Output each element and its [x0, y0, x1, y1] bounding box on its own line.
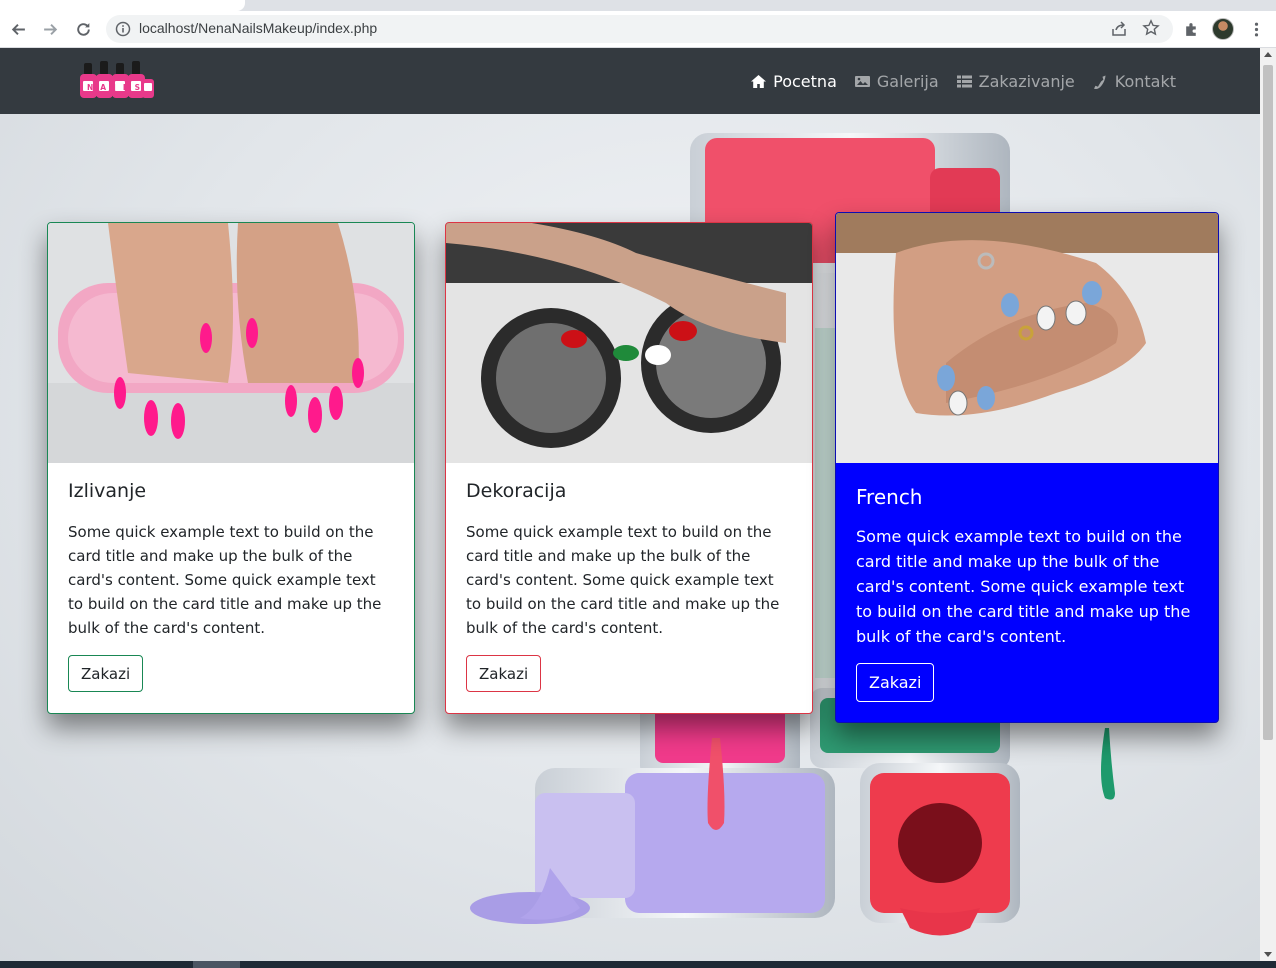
vertical-scrollbar[interactable] — [1260, 48, 1276, 961]
kebab-menu-icon[interactable] — [1244, 17, 1268, 41]
taskbar-item[interactable] — [193, 961, 240, 968]
list-icon — [956, 75, 972, 88]
forward-arrow-icon[interactable] — [38, 17, 62, 41]
main-nav: Pocetna Galerija Zakazivanje Kontakt — [750, 72, 1176, 91]
os-taskbar — [0, 961, 1276, 968]
bookmark-star-icon[interactable] — [1142, 19, 1160, 37]
scroll-down-arrow-icon[interactable] — [1264, 952, 1272, 957]
card-title: French — [856, 485, 923, 509]
share-icon[interactable] — [1110, 20, 1128, 38]
phone-icon — [1093, 75, 1106, 89]
card-image — [48, 223, 414, 463]
pink-nails-photo — [48, 223, 414, 463]
home-icon — [751, 75, 767, 88]
reload-icon[interactable] — [71, 17, 95, 41]
card-text: Some quick example text to build on the … — [68, 523, 382, 637]
decorated-nails-photo — [446, 223, 812, 463]
nav-item-pocetna[interactable]: Pocetna — [750, 72, 837, 91]
nav-label: Pocetna — [773, 72, 837, 91]
french-nails-photo — [836, 213, 1218, 463]
nails-logo[interactable]: NAILS — [78, 61, 156, 101]
card-title: Izlivanje — [68, 480, 147, 502]
nav-label: Zakazivanje — [978, 72, 1075, 91]
zakazi-button[interactable]: Zakazi — [856, 663, 935, 702]
card-text: Some quick example text to build on the … — [466, 523, 780, 637]
zakazi-button[interactable]: Zakazi — [466, 655, 542, 692]
nav-item-galerija[interactable]: Galerija — [854, 72, 939, 91]
page-viewport: NAILS Pocetna Galerija Zakazivanje Konta… — [0, 48, 1260, 961]
scroll-up-arrow-icon[interactable] — [1264, 52, 1272, 57]
zakazi-button[interactable]: Zakazi — [68, 655, 144, 692]
profile-avatar[interactable] — [1212, 18, 1234, 40]
nav-item-kontakt[interactable]: Kontakt — [1092, 72, 1176, 91]
url-text[interactable]: localhost/NenaNailsMakeup/index.php — [139, 20, 377, 36]
site-info-icon[interactable] — [114, 20, 132, 38]
image-icon — [854, 76, 870, 87]
address-bar[interactable]: localhost/NenaNailsMakeup/index.php — [106, 15, 1173, 43]
back-arrow-icon[interactable] — [6, 17, 30, 41]
active-tab[interactable] — [0, 0, 245, 11]
extensions-icon[interactable] — [1179, 17, 1203, 41]
card-french: French Some quick example text to build … — [835, 212, 1219, 723]
card-image — [836, 213, 1218, 463]
site-navbar: NAILS Pocetna Galerija Zakazivanje Konta… — [0, 48, 1260, 114]
card-image — [446, 223, 812, 463]
browser-toolbar: localhost/NenaNailsMakeup/index.php — [0, 11, 1276, 48]
nav-item-zakazivanje[interactable]: Zakazivanje — [956, 72, 1075, 91]
scrollbar-thumb[interactable] — [1263, 65, 1273, 740]
tab-strip — [0, 0, 1276, 11]
card-text: Some quick example text to build on the … — [856, 527, 1191, 646]
nav-label: Kontakt — [1114, 72, 1176, 91]
logo-text: NAILS — [87, 83, 147, 92]
nav-label: Galerija — [876, 72, 939, 91]
card-dekoracija: Dekoracija Some quick example text to bu… — [445, 222, 813, 714]
card-title: Dekoracija — [466, 480, 567, 502]
card-izlivanje: Izlivanje Some quick example text to bui… — [47, 222, 415, 714]
